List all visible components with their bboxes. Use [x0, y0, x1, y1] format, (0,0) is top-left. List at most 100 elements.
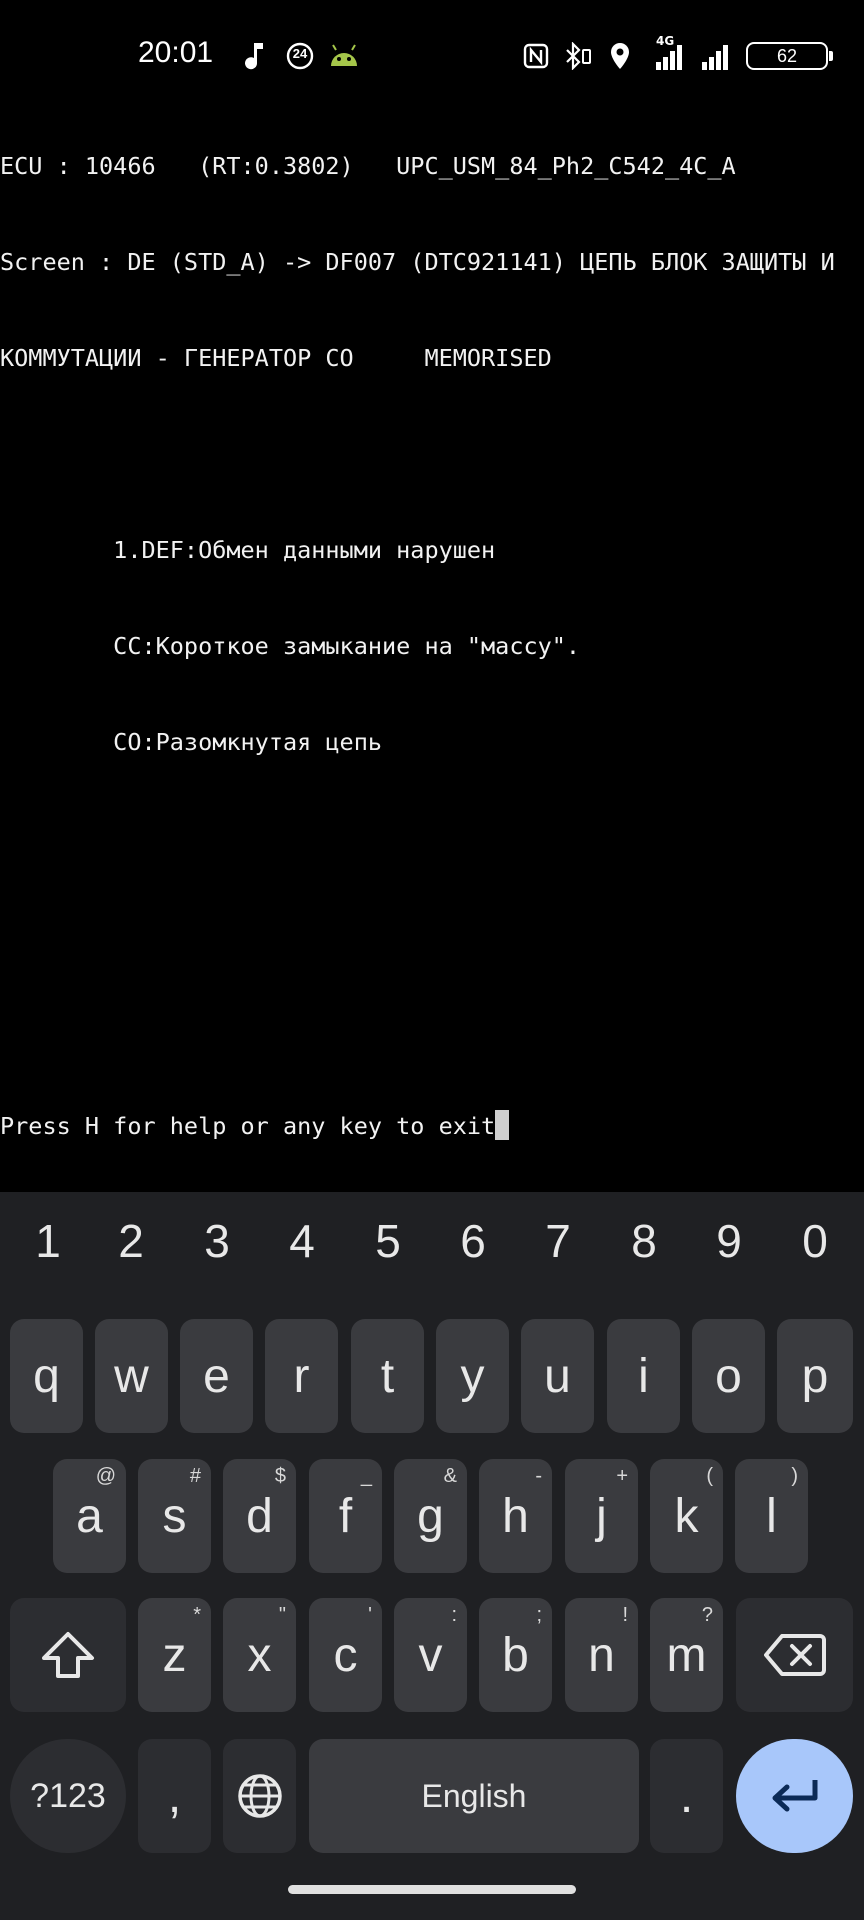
- term-line-screen-cont: КОММУТАЦИИ - ГЕНЕРАТОР СО MEMORISED: [0, 344, 552, 372]
- key-m[interactable]: m?: [650, 1598, 723, 1712]
- key-f[interactable]: f _: [309, 1459, 382, 1573]
- soft-keyboard: 1 2 3 4 5 6 7 8 9 0 q w e r t y u i o p …: [0, 1192, 864, 1920]
- key-j[interactable]: j +: [565, 1459, 638, 1573]
- key-6[interactable]: 6: [433, 1214, 513, 1280]
- key-9[interactable]: 9: [689, 1214, 769, 1280]
- period-key[interactable]: .: [650, 1739, 723, 1853]
- key-hint: $: [274, 1465, 286, 1487]
- globe-icon: [237, 1774, 282, 1818]
- key-label: y: [460, 1349, 485, 1403]
- key-0[interactable]: 0: [775, 1214, 855, 1280]
- key-t[interactable]: t: [351, 1319, 424, 1433]
- term-line-prompt: Press H for help or any key to exit: [0, 1110, 864, 1142]
- key-hint: (: [706, 1465, 713, 1487]
- key-l[interactable]: l): [735, 1459, 808, 1573]
- prompt-text: Press H for help or any key to exit: [0, 1112, 496, 1140]
- bluetooth-icon: [562, 40, 594, 72]
- status-bar: 20:01 24 4G 62: [0, 0, 864, 100]
- backspace-icon: [763, 1634, 826, 1676]
- key-label: n: [588, 1628, 615, 1682]
- key-label: q: [33, 1349, 60, 1403]
- key-label: p: [801, 1349, 829, 1403]
- symbols-key[interactable]: ?123: [10, 1739, 126, 1853]
- comma-key[interactable]: ,: [138, 1739, 211, 1853]
- key-label: r: [293, 1349, 310, 1403]
- number-row: 1 2 3 4 5 6 7 8 9 0: [0, 1192, 864, 1312]
- key-u[interactable]: u: [521, 1319, 594, 1433]
- terminal-output[interactable]: ECU : 10466 (RT:0.3802) UPC_USM_84_Ph2_C…: [0, 86, 864, 1174]
- key-hint: ): [791, 1465, 798, 1487]
- key-r[interactable]: r: [265, 1319, 338, 1433]
- term-line-blank: [0, 1014, 864, 1046]
- key-p[interactable]: p: [777, 1319, 853, 1433]
- key-w[interactable]: w: [95, 1319, 168, 1433]
- key-z[interactable]: z *: [138, 1598, 211, 1712]
- signal-4g-icon: 4G: [646, 34, 686, 72]
- key-hint: !: [622, 1604, 628, 1626]
- key-hint: -: [535, 1465, 542, 1487]
- key-hint: @: [95, 1465, 116, 1487]
- key-q[interactable]: q: [10, 1319, 83, 1433]
- key-4[interactable]: 4: [262, 1214, 342, 1280]
- key-label: l: [766, 1489, 777, 1543]
- key-7[interactable]: 7: [518, 1214, 598, 1280]
- badge-24-text: 24: [292, 46, 308, 61]
- key-hint: #: [189, 1465, 201, 1487]
- key-label: o: [715, 1349, 742, 1403]
- key-label: e: [203, 1349, 230, 1403]
- shift-key[interactable]: [10, 1598, 126, 1712]
- key-label: z: [162, 1628, 187, 1682]
- key-e[interactable]: e: [180, 1319, 253, 1433]
- key-b[interactable]: b;: [479, 1598, 552, 1712]
- key-8[interactable]: 8: [604, 1214, 684, 1280]
- key-o[interactable]: o: [692, 1319, 765, 1433]
- key-label: w: [114, 1349, 149, 1403]
- key-y[interactable]: y: [436, 1319, 509, 1433]
- music-note-icon: [240, 40, 272, 72]
- term-line-blank: [0, 822, 864, 854]
- key-5[interactable]: 5: [348, 1214, 428, 1280]
- key-label: i: [638, 1349, 649, 1403]
- key-hint: ": [278, 1604, 286, 1626]
- key-label: m: [666, 1628, 707, 1682]
- key-g[interactable]: g &: [394, 1459, 467, 1573]
- key-c[interactable]: c ': [309, 1598, 382, 1712]
- key-label: d: [246, 1489, 273, 1543]
- enter-key[interactable]: [736, 1739, 853, 1853]
- key-k[interactable]: k(: [650, 1459, 723, 1573]
- key-n[interactable]: n!: [565, 1598, 638, 1712]
- key-hint: ?: [701, 1604, 713, 1626]
- language-key[interactable]: [223, 1739, 296, 1853]
- key-1[interactable]: 1: [8, 1214, 88, 1280]
- key-2[interactable]: 2: [91, 1214, 171, 1280]
- term-line-co: CO:Разомкнутая цепь: [0, 728, 383, 756]
- key-label: h: [502, 1489, 529, 1543]
- nfc-icon: [520, 40, 552, 72]
- key-label: c: [333, 1628, 358, 1682]
- key-label: j: [596, 1489, 607, 1543]
- battery-icon: 62: [746, 42, 833, 70]
- key-d[interactable]: d $: [223, 1459, 296, 1573]
- enter-icon: [772, 1780, 817, 1812]
- location-icon: [604, 40, 636, 72]
- key-label: v: [418, 1628, 443, 1682]
- key-h[interactable]: h-: [479, 1459, 552, 1573]
- term-line-cc: CC:Короткое замыкание на "массу".: [0, 632, 581, 660]
- key-label: b: [502, 1628, 529, 1682]
- network-type-label: 4G: [656, 34, 675, 48]
- key-3[interactable]: 3: [177, 1214, 257, 1280]
- shift-icon: [42, 1632, 94, 1678]
- key-label: k: [674, 1489, 699, 1543]
- key-i[interactable]: i: [607, 1319, 680, 1433]
- key-x[interactable]: x ": [223, 1598, 296, 1712]
- home-indicator[interactable]: [288, 1885, 576, 1894]
- key-a[interactable]: a @: [53, 1459, 126, 1573]
- key-s[interactable]: s #: [138, 1459, 211, 1573]
- key-v[interactable]: v:: [394, 1598, 467, 1712]
- key-hint: _: [360, 1465, 372, 1487]
- backspace-key[interactable]: [736, 1598, 853, 1712]
- space-bar[interactable]: English: [309, 1739, 639, 1853]
- key-label: t: [380, 1349, 395, 1403]
- term-line-screen: Screen : DE (STD_A) -> DF007 (DTC921141)…: [0, 248, 835, 276]
- system-icons: 4G 62: [520, 34, 833, 72]
